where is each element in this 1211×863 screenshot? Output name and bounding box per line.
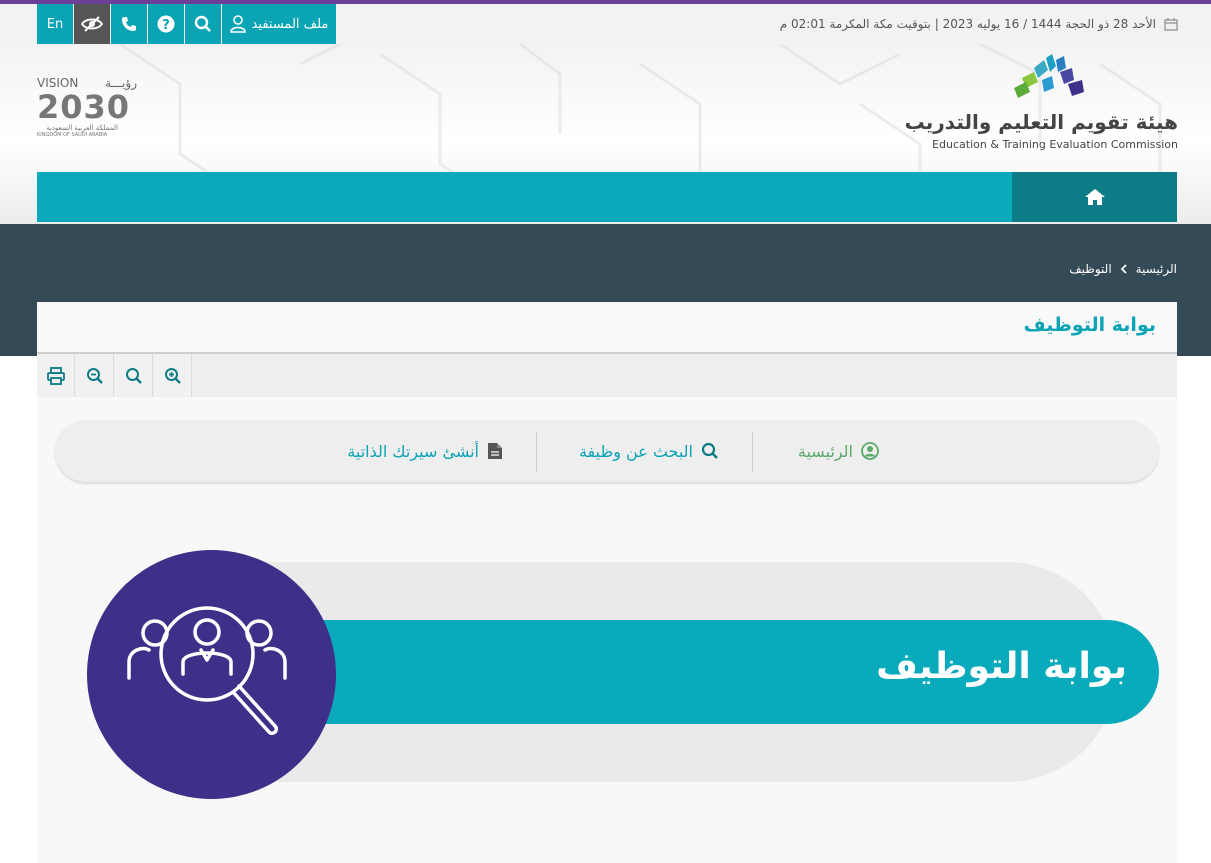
portal-nav-separator [536, 432, 537, 472]
document-icon [488, 443, 502, 459]
print-icon [46, 366, 65, 385]
user-icon [229, 15, 246, 33]
portal-nav-job-search-label: البحث عن وظيفة [578, 441, 693, 461]
home-icon [1084, 189, 1105, 205]
search-button[interactable] [185, 4, 221, 44]
portal-nav-create-cv-label: أنشئ سيرتك الذاتية [347, 441, 479, 461]
calendar-icon [1164, 18, 1178, 31]
profile-button[interactable]: ملف المستفيد [222, 4, 336, 44]
vision-country-ar: المملكة العربية السعودية [46, 124, 118, 132]
hero-circle [87, 550, 336, 799]
zoom-in-button[interactable] [154, 354, 192, 397]
help-icon: ? [157, 15, 175, 33]
search-icon [194, 15, 211, 32]
eye-slash-icon [81, 16, 103, 32]
breadcrumb: الرئيسية التوظيف [1069, 262, 1177, 276]
main-content: بوابة التوظيف الرئيسية البحث عن وظيفة أن… [37, 302, 1177, 863]
user-circle-icon [861, 442, 879, 460]
portal-nav-home[interactable]: الرئيسية [798, 420, 879, 482]
language-label: En [46, 16, 64, 32]
help-button[interactable]: ? [148, 4, 184, 44]
nav-home-button[interactable] [1012, 172, 1177, 222]
zoom-out-button[interactable] [76, 354, 114, 397]
portal-nav-job-search[interactable]: البحث عن وظيفة [579, 420, 719, 482]
breadcrumb-current: التوظيف [1069, 262, 1112, 276]
etec-logo-mark [1014, 54, 1084, 98]
date-time: الأحد 28 ذو الحجة 1444 / 16 يوليه 2023 |… [780, 4, 1178, 44]
profile-label: ملف المستفيد [251, 16, 329, 32]
logo-name-en: Education & Training Evaluation Commissi… [932, 138, 1178, 151]
vision-year: 2030 [37, 88, 131, 126]
zoom-in-icon [164, 367, 181, 384]
search-icon [701, 442, 718, 459]
language-button[interactable]: En [37, 4, 73, 44]
page-title: بوابة التوظيف [1023, 314, 1156, 336]
utility-bar: En ? ملف المستفيد [37, 4, 336, 44]
zoom-reset-button[interactable] [115, 354, 153, 397]
portal-nav-home-label: الرئيسية [797, 441, 853, 461]
main-nav [37, 172, 1177, 222]
date-text: الأحد 28 ذو الحجة 1444 / 16 يوليه 2023 |… [779, 17, 1156, 31]
vision-country-en: KINGDOM OF SAUDI ARABIA [37, 132, 108, 138]
portal-nav-separator [752, 432, 753, 472]
hero-title: بوابة التوظيف [876, 646, 1127, 687]
logo-name-ar: هيئة تقويم التعليم والتدريب [904, 110, 1178, 134]
page-tools [37, 354, 1177, 397]
zoom-out-icon [86, 367, 103, 384]
hero-banner: بوابة التوظيف [287, 620, 1159, 724]
phone-button[interactable] [111, 4, 147, 44]
accessibility-button[interactable] [74, 4, 110, 44]
phone-icon [122, 17, 136, 31]
vision-2030-logo: VISION رؤيـــة 2030 المملكة العربية السع… [37, 76, 139, 144]
breadcrumb-home[interactable]: الرئيسية [1136, 262, 1177, 276]
chevron-left-icon [1120, 264, 1127, 274]
etec-logo[interactable]: هيئة تقويم التعليم والتدريب Education & … [905, 54, 1178, 154]
portal-nav-create-cv[interactable]: أنشئ سيرتك الذاتية [347, 420, 503, 482]
people-search-icon [127, 606, 287, 736]
print-button[interactable] [37, 354, 75, 397]
svg-text:?: ? [162, 18, 170, 33]
zoom-reset-icon [125, 367, 142, 384]
portal-nav: الرئيسية البحث عن وظيفة أنشئ سيرتك الذات… [55, 420, 1159, 482]
page-title-bar: بوابة التوظيف [37, 302, 1177, 354]
